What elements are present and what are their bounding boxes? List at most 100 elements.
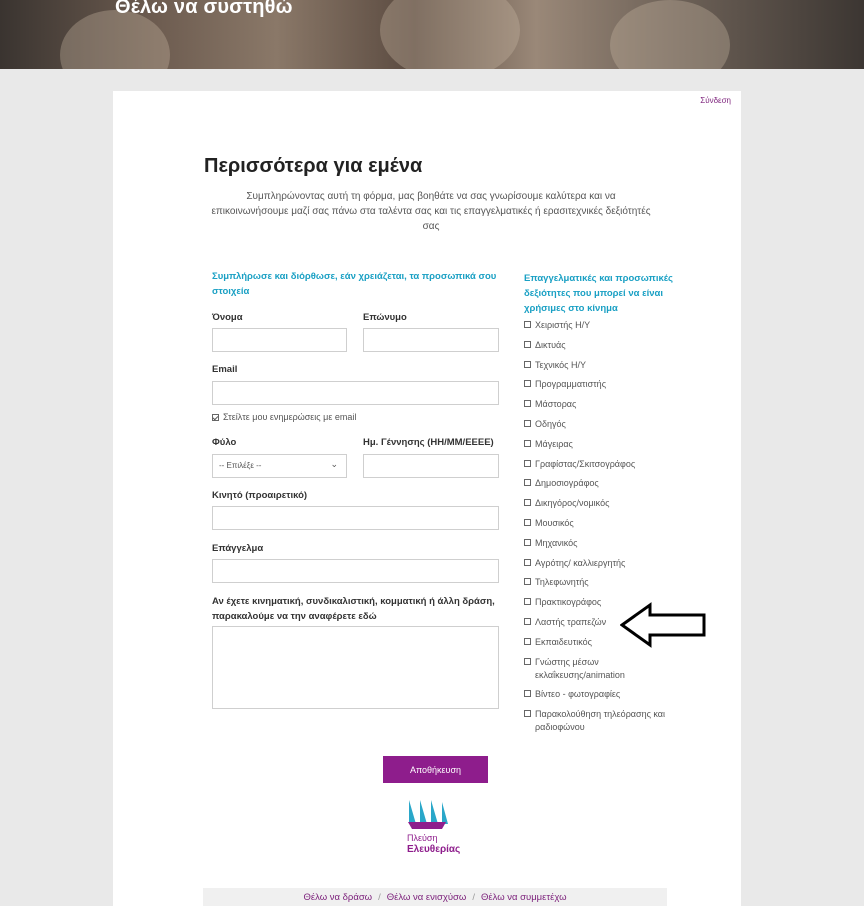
birthdate-input[interactable] xyxy=(363,454,499,478)
skill-item[interactable]: Αγρότης/ καλλιεργητής xyxy=(524,557,674,570)
skill-checkbox[interactable] xyxy=(524,380,531,388)
skill-checkbox[interactable] xyxy=(524,419,531,427)
activity-label: Αν έχετε κινηματική, συνδικαλιστική, κομ… xyxy=(212,594,502,624)
skill-item[interactable]: Γραφίστας/Σκιτσογράφος xyxy=(524,458,674,471)
skill-checkbox[interactable] xyxy=(524,657,531,665)
skill-checkbox[interactable] xyxy=(524,459,531,467)
skill-label: Πρακτικογράφος xyxy=(535,597,602,608)
skill-checkbox[interactable] xyxy=(524,637,531,645)
skill-item[interactable]: Δικτυάς xyxy=(524,339,674,352)
footer-link-participate[interactable]: Θέλω να συμμετέχω xyxy=(481,892,567,903)
skills-list: Χειριστής Η/Υ Δικτυάς Τεχνικός Η/Υ Προγρ… xyxy=(524,319,674,741)
form-card: Σύνδεση Περισσότερα για εμένα Συμπληρώνο… xyxy=(113,91,741,906)
profession-input[interactable] xyxy=(212,559,499,583)
sailboat-logo-icon xyxy=(408,800,448,829)
skill-item[interactable]: Παρακολούθηση τηλεόρασης και ραδιοφώνου xyxy=(524,708,674,734)
skill-item[interactable]: Μάγειρας xyxy=(524,438,674,451)
footer-separator: / xyxy=(472,891,475,903)
footer-link-act[interactable]: Θέλω να δράσω xyxy=(303,892,372,903)
newsletter-label: Στείλτε μου ενημερώσεις με email xyxy=(223,412,357,422)
skills-section-heading: Επαγγελματικές και προσωπικές δεξιότητες… xyxy=(524,271,714,316)
heading-line: στοιχεία xyxy=(212,286,250,297)
skill-checkbox[interactable] xyxy=(524,710,531,718)
skill-item[interactable]: Τεχνικός Η/Υ xyxy=(524,359,674,372)
skill-label: Τηλεφωνητής xyxy=(535,577,589,588)
skill-checkbox[interactable] xyxy=(524,578,531,586)
newsletter-checkbox[interactable] xyxy=(212,413,219,421)
skill-label: Προγραμματιστής xyxy=(535,379,607,390)
skill-item[interactable]: Μουσικός xyxy=(524,517,674,530)
skill-item[interactable]: Βίντεο - φωτογραφίες xyxy=(524,688,674,701)
intro-text: Συμπληρώνοντας αυτή τη φόρμα, μας βοηθάτ… xyxy=(201,189,661,234)
skill-label: Γνώστης μέσων εκλαΐκευσης/animation xyxy=(535,656,625,680)
skill-label: Τεχνικός Η/Υ xyxy=(535,359,586,370)
skill-checkbox[interactable] xyxy=(524,360,531,368)
skill-item[interactable]: Προγραμματιστής xyxy=(524,378,674,391)
skill-label: Μάγειρας xyxy=(535,438,573,449)
login-link[interactable]: Σύνδεση xyxy=(700,96,731,105)
skill-label: Δικτυάς xyxy=(535,339,566,350)
save-button[interactable]: Αποθήκευση xyxy=(383,756,488,783)
profession-label: Επάγγελμα xyxy=(212,543,264,554)
skill-checkbox[interactable] xyxy=(524,400,531,408)
skill-checkbox[interactable] xyxy=(524,321,531,328)
heading-line: χρήσιμες στο κίνημα xyxy=(524,303,618,314)
footer-nav: Θέλω να δράσω / Θέλω να ενισχύσω / Θέλω … xyxy=(203,888,667,906)
skill-item[interactable]: Γνώστης μέσων εκλαΐκευσης/animation xyxy=(524,656,674,682)
heading-line: Συμπλήρωσε και διόρθωσε, εάν χρειάζεται,… xyxy=(212,271,497,282)
intro-line: σας xyxy=(422,221,440,232)
intro-line: Συμπληρώνοντας αυτή τη φόρμα, μας βοηθάτ… xyxy=(246,191,616,202)
skill-checkbox[interactable] xyxy=(524,538,531,546)
mobile-input[interactable] xyxy=(212,506,499,530)
logo-text-line1: Πλεύση xyxy=(407,833,438,843)
skill-checkbox[interactable] xyxy=(524,479,531,487)
last-name-label: Επώνυμο xyxy=(363,312,407,323)
skill-label: Μηχανικός xyxy=(535,537,578,548)
skill-checkbox[interactable] xyxy=(524,598,531,606)
activity-textarea[interactable] xyxy=(212,626,499,709)
logo-text-line2: Ελευθερίας xyxy=(407,844,461,855)
skill-checkbox[interactable] xyxy=(524,558,531,566)
first-name-label: Όνομα xyxy=(212,312,243,323)
skill-item[interactable]: Δημοσιογράφος xyxy=(524,477,674,490)
skill-item[interactable]: Οδηγός xyxy=(524,418,674,431)
gender-label: Φύλο xyxy=(212,437,237,448)
skill-label: Εκπαιδευτικός xyxy=(535,636,593,647)
skill-checkbox[interactable] xyxy=(524,499,531,507)
gender-selected-value: -- Επιλέξε -- xyxy=(219,461,262,470)
footer-separator: / xyxy=(378,891,381,903)
page-title: Περισσότερα για εμένα xyxy=(204,155,423,177)
skill-item[interactable]: Μάστορας xyxy=(524,398,674,411)
skill-checkbox[interactable] xyxy=(524,340,531,348)
skill-label: Αγρότης/ καλλιεργητής xyxy=(535,557,626,568)
email-label: Email xyxy=(212,364,238,375)
hero-title: Θέλω να συστηθώ xyxy=(115,0,293,18)
intro-line: επικοινωνήσουμε μαζί σας πάνω στα ταλέντ… xyxy=(211,206,651,217)
left-arrow-annotation-icon xyxy=(620,602,706,648)
skill-item[interactable]: Χειριστής Η/Υ xyxy=(524,319,674,332)
skill-checkbox[interactable] xyxy=(524,439,531,447)
skill-item[interactable]: Δικηγόρος/νομικός xyxy=(524,497,674,510)
gender-select[interactable]: -- Επιλέξε -- ⌄ xyxy=(212,454,347,478)
skill-item[interactable]: Τηλεφωνητής xyxy=(524,576,674,589)
mobile-label: Κινητό (προαιρετικό) xyxy=(212,490,308,501)
hero-banner: Θέλω να συστηθώ xyxy=(0,0,864,69)
skill-checkbox[interactable] xyxy=(524,617,531,625)
skill-label: Γραφίστας/Σκιτσογράφος xyxy=(535,458,636,469)
newsletter-checkbox-row[interactable]: Στείλτε μου ενημερώσεις με email xyxy=(212,412,356,422)
chevron-down-icon: ⌄ xyxy=(330,459,338,469)
personal-section-heading: Συμπλήρωσε και διόρθωσε, εάν χρειάζεται,… xyxy=(212,269,502,299)
skill-label: Μουσικός xyxy=(535,517,574,528)
first-name-input[interactable] xyxy=(212,328,347,352)
skill-label: Χειριστής Η/Υ xyxy=(535,320,591,330)
heading-line: δεξιότητες που μπορεί να είναι xyxy=(524,288,663,299)
skill-checkbox[interactable] xyxy=(524,518,531,526)
last-name-input[interactable] xyxy=(363,328,499,352)
email-input[interactable] xyxy=(212,381,499,405)
skill-label: Δικηγόρος/νομικός xyxy=(535,498,610,509)
skill-checkbox[interactable] xyxy=(524,690,531,698)
skill-item[interactable]: Μηχανικός xyxy=(524,537,674,550)
activity-label-line: παρακαλούμε να την αναφέρετε εδώ xyxy=(212,611,377,622)
footer-link-support[interactable]: Θέλω να ενισχύσω xyxy=(387,892,467,903)
skill-label: Δημοσιογράφος xyxy=(535,478,599,489)
